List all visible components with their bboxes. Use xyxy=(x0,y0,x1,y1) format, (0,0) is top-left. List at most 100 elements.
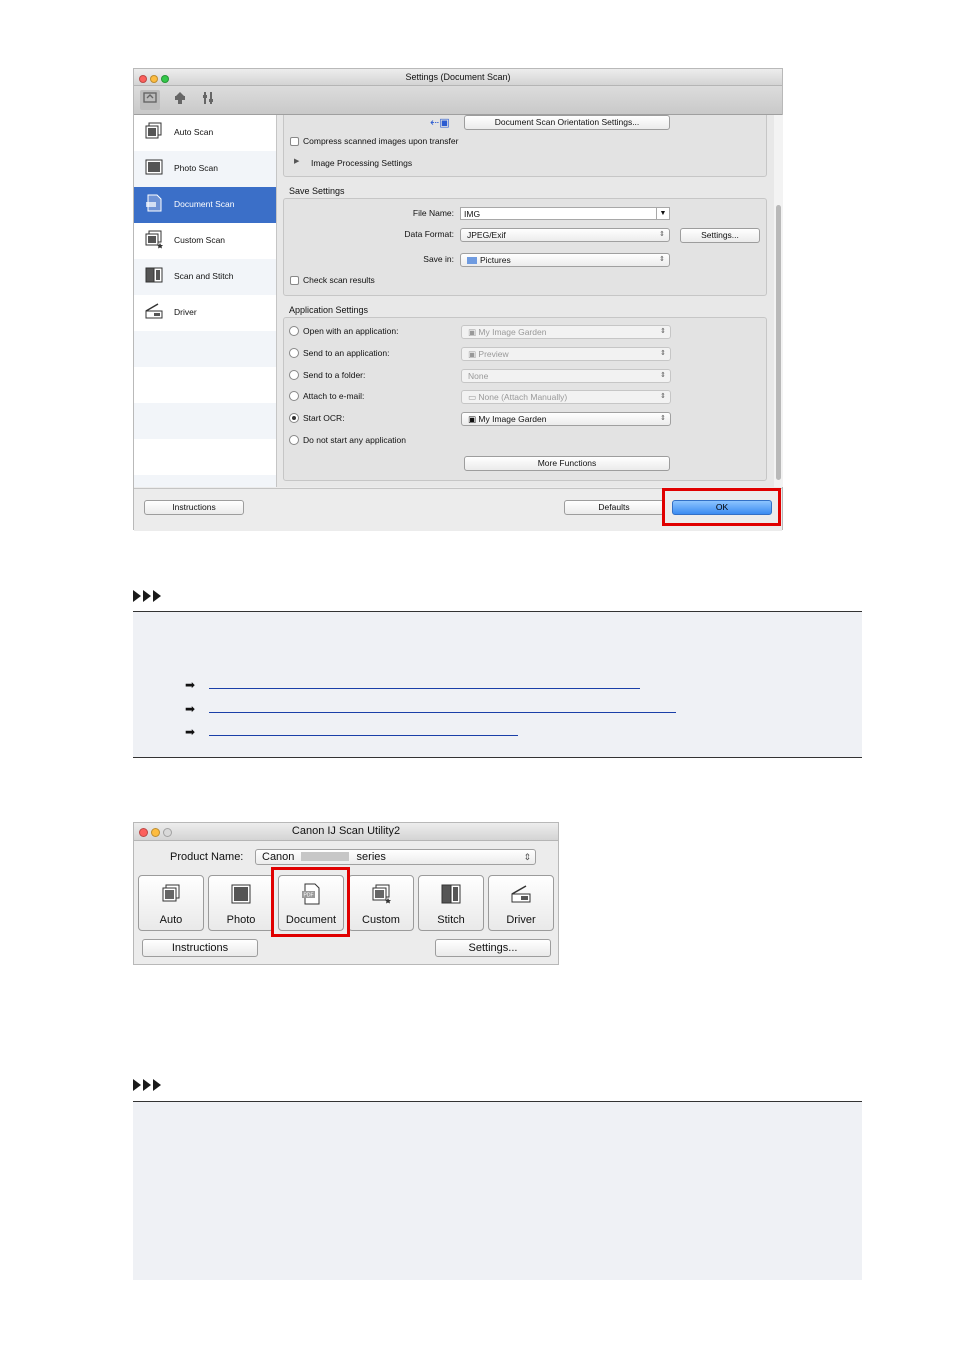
note-bottom-rule xyxy=(133,757,862,758)
note-box: ➡ ➡ ➡ xyxy=(133,611,862,758)
tile-label: Auto xyxy=(159,914,183,926)
scan-from-computer-icon[interactable] xyxy=(140,90,160,110)
sidebar-item-scan-and-stitch[interactable]: Scan and Stitch xyxy=(134,259,276,295)
folder-icon xyxy=(467,257,477,264)
defaults-button[interactable]: Defaults xyxy=(564,500,664,515)
zoom-icon[interactable] xyxy=(161,75,169,83)
file-name-value: IMG xyxy=(464,209,481,219)
image-processing-label[interactable]: Image Processing Settings xyxy=(311,158,412,168)
radio-open-with-app[interactable] xyxy=(289,326,299,336)
save-in-select[interactable]: Pictures ⇕ xyxy=(460,253,670,267)
check-results-checkbox[interactable] xyxy=(290,276,299,285)
link-underline[interactable] xyxy=(209,688,640,689)
sidebar-item-driver[interactable]: Driver xyxy=(134,295,276,331)
compress-checkbox[interactable] xyxy=(290,137,299,146)
auto-tile-button[interactable]: Auto xyxy=(138,875,204,931)
arrow-right-icon: ➡ xyxy=(185,725,196,739)
close-icon[interactable] xyxy=(139,828,148,837)
sidebar-item-photo-scan[interactable]: Photo Scan xyxy=(134,151,276,187)
driver-tile-button[interactable]: Driver xyxy=(488,875,554,931)
driver-icon xyxy=(489,882,553,912)
sidebar-item-label: Custom Scan xyxy=(174,235,226,245)
radio-send-to-app[interactable] xyxy=(289,348,299,358)
save-in-value: Pictures xyxy=(480,255,511,265)
utility-settings-button[interactable]: Settings... xyxy=(435,939,551,957)
stitch-icon xyxy=(144,265,164,285)
link-underline[interactable] xyxy=(209,712,676,713)
more-functions-button[interactable]: More Functions xyxy=(464,456,670,471)
photo-scan-icon xyxy=(209,882,273,912)
check-results-label: Check scan results xyxy=(303,275,375,285)
disclosure-triangle-icon[interactable]: ▶ xyxy=(294,157,299,165)
reference-link-2[interactable]: ➡ xyxy=(185,703,685,717)
ok-highlight-box xyxy=(662,488,781,526)
utility-instructions-button[interactable]: Instructions xyxy=(142,939,258,957)
close-icon[interactable] xyxy=(139,75,147,83)
window-titlebar: Canon IJ Scan Utility2 xyxy=(134,823,558,841)
radio-send-to-folder[interactable] xyxy=(289,370,299,380)
window-title: Settings (Document Scan) xyxy=(405,72,511,82)
up-down-arrows-icon: ⇕ xyxy=(659,256,665,263)
sidebar-item-document-scan[interactable]: Document Scan xyxy=(134,187,276,223)
general-settings-icon[interactable] xyxy=(198,90,218,110)
scan-type-sidebar: Auto Scan Photo Scan Document Scan Custo… xyxy=(134,115,277,487)
scan-from-panel-icon[interactable] xyxy=(170,90,190,110)
sidebar-item-custom-scan[interactable]: Custom Scan xyxy=(134,223,276,259)
up-down-arrows-icon: ⇕ xyxy=(660,415,666,422)
minimize-icon[interactable] xyxy=(150,75,158,83)
settings-toolbar xyxy=(134,86,782,115)
option-value: My Image Garden xyxy=(478,414,547,424)
app-icon: ▣ xyxy=(468,414,479,424)
sidebar-item-label: Scan and Stitch xyxy=(174,271,234,281)
sidebar-empty-row xyxy=(134,331,276,367)
sidebar-item-label: Photo Scan xyxy=(174,163,218,173)
settings-window: Settings (Document Scan) Auto Scan Photo… xyxy=(133,68,783,531)
sidebar-item-label: Driver xyxy=(174,307,197,317)
option-label: Attach to e-mail: xyxy=(303,391,365,401)
format-settings-button[interactable]: Settings... xyxy=(680,228,760,243)
product-name-label: Product Name: xyxy=(170,851,244,863)
note-top-rule xyxy=(133,1101,862,1102)
file-name-label: File Name: xyxy=(412,208,454,218)
minimize-icon[interactable] xyxy=(151,828,160,837)
reference-link-1[interactable]: ➡ xyxy=(185,679,645,693)
custom-tile-button[interactable]: Custom xyxy=(348,875,414,931)
radio-no-application[interactable] xyxy=(289,435,299,445)
stitch-tile-button[interactable]: Stitch xyxy=(418,875,484,931)
up-down-arrows-icon: ⇕ xyxy=(660,350,666,357)
window-titlebar: Settings (Document Scan) xyxy=(134,69,782,86)
sidebar-item-auto-scan[interactable]: Auto Scan xyxy=(134,115,276,151)
content-scrollbar[interactable] xyxy=(774,115,783,487)
orientation-settings-button[interactable]: Document Scan Orientation Settings... xyxy=(464,115,670,130)
up-down-arrows-icon: ⇕ xyxy=(660,393,666,400)
start-ocr-select[interactable]: ▣ My Image Garden ⇕ xyxy=(461,412,671,426)
tile-label: Stitch xyxy=(437,914,465,926)
application-settings-group: Open with an application: ▣ My Image Gar… xyxy=(283,317,767,481)
redacted-model-name xyxy=(301,852,350,861)
note-box xyxy=(133,1101,862,1280)
link-underline[interactable] xyxy=(209,735,518,736)
data-format-label: Data Format: xyxy=(404,229,454,239)
option-value: None xyxy=(468,371,489,381)
arrow-right-icon: ➡ xyxy=(185,678,196,692)
window-title: Canon IJ Scan Utility2 xyxy=(291,825,401,837)
open-with-app-select: ▣ My Image Garden ⇕ xyxy=(461,325,671,339)
scroll-thumb[interactable] xyxy=(776,205,781,480)
reference-link-3[interactable]: ➡ xyxy=(185,726,525,740)
data-format-select[interactable]: JPEG/Exif ⇕ xyxy=(460,228,670,242)
photo-tile-button[interactable]: Photo xyxy=(208,875,274,931)
chevron-down-icon[interactable]: ▼ xyxy=(656,207,669,220)
radio-attach-email[interactable] xyxy=(289,391,299,401)
option-value: None (Attach Manually) xyxy=(478,392,568,402)
instructions-button[interactable]: Instructions xyxy=(144,500,244,515)
note-top-rule xyxy=(133,611,862,612)
zoom-icon[interactable] xyxy=(163,828,172,837)
save-settings-group: File Name: IMG ▼ Data Format: JPEG/Exif … xyxy=(283,198,767,296)
sidebar-empty-row xyxy=(134,403,276,439)
radio-start-ocr[interactable] xyxy=(289,413,299,423)
file-name-field[interactable]: IMG ▼ xyxy=(460,207,670,220)
up-down-arrows-icon: ⇕ xyxy=(660,328,666,335)
product-name-select[interactable]: Canon series ⇕ xyxy=(255,849,536,865)
tile-label: Custom xyxy=(362,914,400,926)
sidebar-item-label: Document Scan xyxy=(174,199,235,209)
